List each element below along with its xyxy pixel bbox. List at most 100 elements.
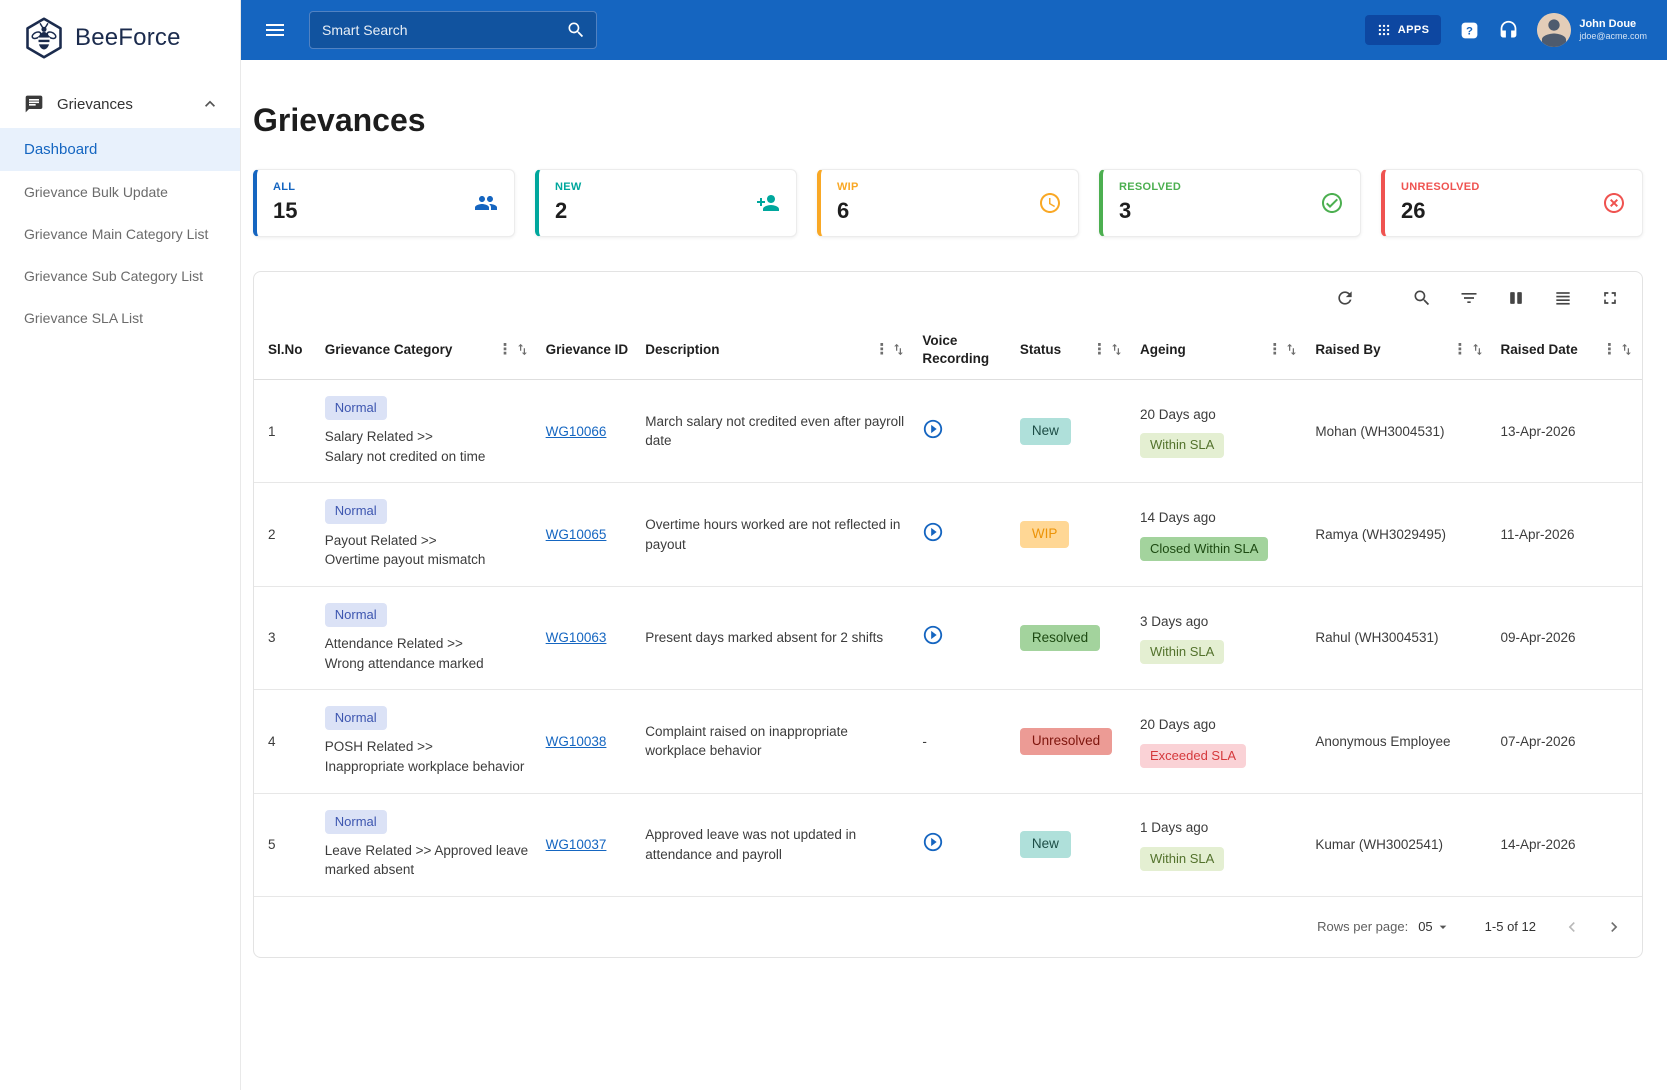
sidebar-item-grievance-sla-list[interactable]: Grievance SLA List (0, 297, 240, 339)
sort-icon[interactable] (1109, 342, 1124, 357)
sort-icon[interactable] (1619, 342, 1634, 357)
sla-badge: Closed Within SLA (1140, 536, 1269, 562)
grievance-id-link[interactable]: WG10038 (546, 734, 607, 749)
play-icon[interactable] (922, 624, 944, 646)
stat-card-resolved[interactable]: RESOLVED 3 (1099, 169, 1361, 237)
table-row: 3 Normal Attendance Related >> Wrong att… (254, 586, 1642, 691)
stat-card-unresolved[interactable]: UNRESOLVED 26 (1381, 169, 1643, 237)
column-menu-icon[interactable]: ⋮ (1602, 342, 1617, 357)
topbar-right: APPS ? John Doue jdoe@acme.com (1364, 13, 1647, 47)
cell-voice-recording: - (914, 689, 1012, 794)
column-header-raised-date[interactable]: Raised Date ⋮ (1492, 320, 1642, 381)
sidebar-nav: Dashboard Grievance Bulk Update Grievanc… (0, 128, 240, 339)
column-menu-icon[interactable]: ⋮ (1453, 342, 1468, 357)
column-header-grievance-category[interactable]: Grievance Category ⋮ (316, 320, 538, 381)
column-header-slno[interactable]: Sl.No (254, 320, 317, 381)
stat-label: RESOLVED (1119, 181, 1182, 193)
user-email: jdoe@acme.com (1579, 31, 1647, 42)
priority-badge: Normal (324, 499, 387, 524)
search-icon[interactable] (566, 20, 586, 40)
column-menu-icon[interactable]: ⋮ (1092, 342, 1107, 357)
headset-icon[interactable] (1498, 20, 1519, 41)
cell-category: Normal Salary Related >> Salary not cred… (316, 379, 538, 484)
sidebar-item-dashboard[interactable]: Dashboard (0, 128, 240, 171)
column-header-grievance-id[interactable]: Grievance ID (537, 320, 638, 381)
cell-grievance-id: WG10065 (537, 482, 638, 587)
column-header-ageing[interactable]: Ageing ⋮ (1132, 320, 1308, 381)
cell-slno: 1 (254, 379, 317, 484)
table-search-icon[interactable] (1412, 288, 1432, 308)
user-menu[interactable]: John Doue jdoe@acme.com (1537, 13, 1647, 47)
search-input[interactable] (322, 22, 566, 38)
play-icon[interactable] (922, 418, 944, 440)
cell-description: Present days marked absent for 2 shifts (637, 586, 915, 691)
cell-voice-recording (914, 586, 1012, 691)
sidebar-item-grievance-bulk-update[interactable]: Grievance Bulk Update (0, 171, 240, 213)
column-header-voice-recording[interactable]: Voice Recording (914, 320, 1012, 381)
sort-icon[interactable] (1470, 342, 1485, 357)
cell-raised-by: Anonymous Employee (1307, 689, 1493, 794)
cell-raised-date: 11-Apr-2026 (1492, 482, 1642, 587)
rows-per-page-select[interactable]: 05 (1418, 919, 1450, 935)
refresh-icon[interactable] (1335, 288, 1355, 308)
sidebar-item-grievance-sub-category-list[interactable]: Grievance Sub Category List (0, 255, 240, 297)
cell-raised-date: 07-Apr-2026 (1492, 689, 1642, 794)
play-icon[interactable] (922, 521, 944, 543)
apps-button[interactable]: APPS (1364, 15, 1442, 45)
cell-ageing: 1 Days ago Within SLA (1132, 793, 1308, 897)
page-title: Grievances (253, 102, 426, 138)
content: Grievances ALL 15 NEW 2 WIP 6 RESOLVED 3… (241, 60, 1667, 1090)
check-circle-icon (1320, 191, 1344, 215)
stat-card-wip[interactable]: WIP 6 (817, 169, 1079, 237)
sla-badge: Exceeded SLA (1140, 743, 1247, 768)
cell-status: Resolved (1011, 586, 1132, 691)
apps-label: APPS (1397, 24, 1430, 36)
cell-description: March salary not credited even after pay… (637, 379, 915, 484)
sort-icon[interactable] (1284, 342, 1299, 357)
fullscreen-icon[interactable] (1600, 288, 1620, 308)
sort-icon[interactable] (891, 342, 906, 357)
column-header-description[interactable]: Description ⋮ (637, 320, 915, 381)
grievance-id-link[interactable]: WG10066 (546, 424, 607, 439)
filter-icon[interactable] (1459, 288, 1479, 308)
column-menu-icon[interactable]: ⋮ (874, 342, 889, 357)
stat-value: 3 (1119, 198, 1132, 223)
density-icon[interactable] (1553, 288, 1573, 308)
sla-badge: Within SLA (1140, 846, 1225, 872)
main-area: APPS ? (241, 0, 1667, 1090)
cell-category: Normal Attendance Related >> Wrong atten… (316, 586, 538, 691)
next-page-icon[interactable] (1604, 917, 1624, 937)
column-menu-icon[interactable]: ⋮ (498, 342, 513, 357)
column-header-raised-by[interactable]: Raised By ⋮ (1307, 320, 1493, 381)
topbar: APPS ? (241, 0, 1667, 60)
cell-voice-recording (914, 379, 1012, 484)
grievance-id-link[interactable]: WG10037 (546, 837, 607, 852)
grievance-id-link[interactable]: WG10065 (546, 527, 607, 542)
sidebar-item-grievance-main-category-list[interactable]: Grievance Main Category List (0, 213, 240, 255)
column-menu-icon[interactable]: ⋮ (1267, 342, 1282, 357)
stat-card-all[interactable]: ALL 15 (253, 169, 515, 237)
stat-card-new[interactable]: NEW 2 (535, 169, 797, 237)
column-header-status[interactable]: Status ⋮ (1011, 320, 1132, 381)
grievance-table: Sl.No Grievance Category ⋮ Grievance ID … (254, 320, 1642, 897)
sidebar-section-grievances[interactable]: Grievances (0, 80, 240, 128)
stat-label: UNRESOLVED (1401, 181, 1480, 193)
cell-raised-date: 14-Apr-2026 (1492, 793, 1642, 897)
sort-icon[interactable] (515, 342, 530, 357)
help-icon[interactable]: ? (1459, 20, 1480, 41)
stat-value: 26 (1401, 198, 1426, 223)
cell-grievance-id: WG10063 (537, 586, 638, 691)
hamburger-menu-icon[interactable] (263, 18, 287, 42)
status-badge: WIP (1019, 521, 1070, 549)
previous-page-icon[interactable] (1562, 917, 1582, 937)
user-meta: John Doue jdoe@acme.com (1579, 18, 1647, 43)
cell-category: Normal POSH Related >> Inappropriate wor… (316, 689, 538, 794)
play-icon[interactable] (922, 831, 944, 853)
status-badge: New (1019, 831, 1071, 859)
category-text: Payout Related >> Overtime payout mismat… (324, 532, 486, 568)
apps-grid-icon (1377, 23, 1391, 37)
grievance-id-link[interactable]: WG10063 (546, 630, 607, 645)
cell-category: Normal Payout Related >> Overtime payout… (316, 482, 538, 587)
stat-label: WIP (837, 181, 859, 193)
columns-icon[interactable] (1506, 288, 1526, 308)
